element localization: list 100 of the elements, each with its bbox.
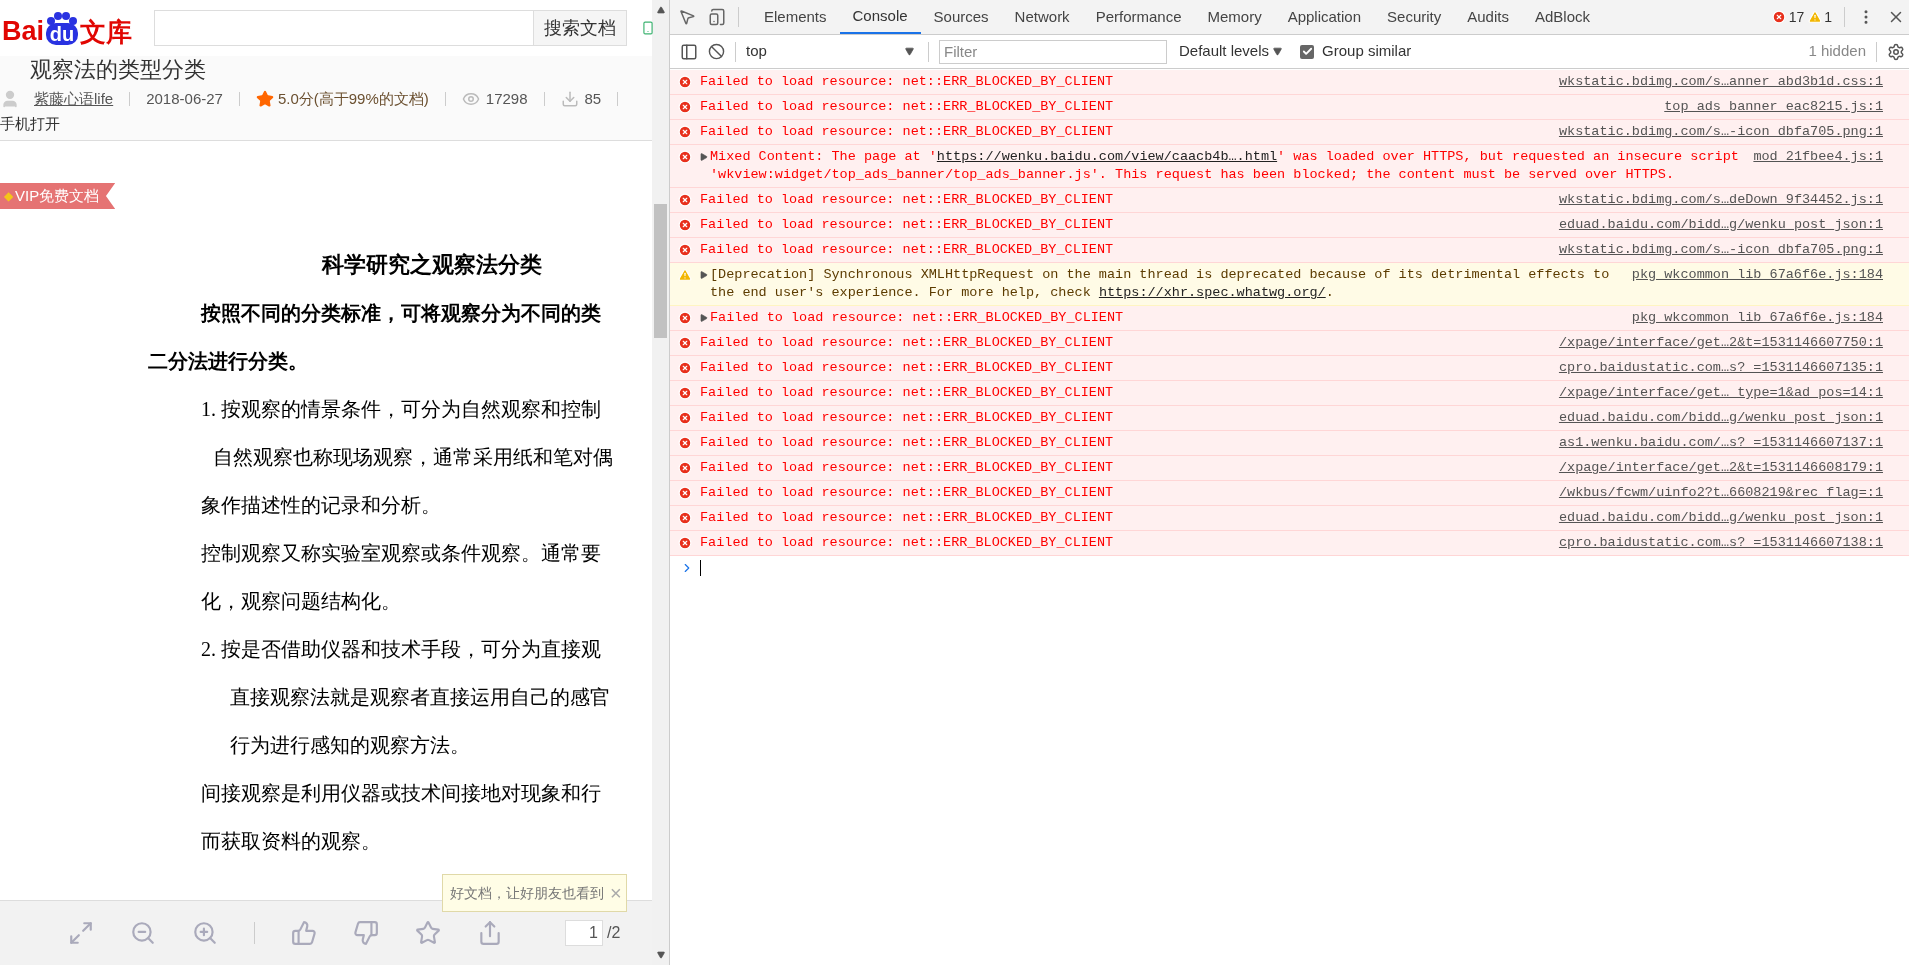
source-link[interactable]: wkstatic.bdimg.com/s…-icon_dbfa705.png:1 <box>1558 123 1883 141</box>
scrollbar[interactable] <box>652 0 669 965</box>
thumbs-down-icon[interactable] <box>353 920 379 946</box>
source-link[interactable]: pkg_wkcommon_lib_67a6f6e.js:184 <box>1631 266 1883 284</box>
error-icon <box>678 461 692 475</box>
error-icon <box>678 218 692 232</box>
logo[interactable]: Bai du 文库 <box>2 11 133 45</box>
devtools-tab[interactable]: Security <box>1374 0 1455 34</box>
document-line: 二分法进行分类。 <box>147 349 309 374</box>
source-link[interactable]: eduad.baidu.com/bidd…g/wenku_post_json:1 <box>1558 409 1883 427</box>
star-icon[interactable] <box>415 920 441 946</box>
source-link[interactable]: eduad.baidu.com/bidd…g/wenku_post_json:1 <box>1558 509 1883 527</box>
author-link[interactable]: 紫藤心语life <box>34 87 114 111</box>
devtools-tab[interactable]: Performance <box>1082 0 1195 34</box>
warning-icon <box>678 268 692 282</box>
devtools-tab[interactable]: Memory <box>1194 0 1275 34</box>
source-link[interactable]: wkstatic.bdimg.com/s…anner_abd3b1d.css:1 <box>1558 73 1883 91</box>
error-icon <box>678 336 692 350</box>
group-similar-checkbox[interactable] <box>1300 44 1315 59</box>
error-icon <box>678 536 692 550</box>
caret-icon <box>905 47 914 56</box>
document-line: 1. 按观察的情景条件，可分为自然观察和控制 <box>200 397 602 422</box>
search-field[interactable] <box>154 10 535 46</box>
source-link[interactable]: cpro.baidustatic.com…s?_=1531146607135:1 <box>1558 359 1883 377</box>
error-icon <box>678 511 692 525</box>
expand-icon[interactable] <box>700 271 708 279</box>
message-text: Failed to load resource: net::ERR_BLOCKED_BY_CLIENT <box>700 241 1114 259</box>
scrollbar-thumb[interactable] <box>654 204 667 338</box>
avatar-icon <box>0 89 20 109</box>
device-icon[interactable] <box>708 8 726 26</box>
error-icon <box>678 436 692 450</box>
clear-icon[interactable] <box>708 43 725 60</box>
sidebar-icon[interactable] <box>680 42 698 61</box>
message-text: Failed to load resource: net::ERR_BLOCKED_BY_CLIENT <box>700 409 1114 427</box>
mobile-open-link[interactable]: 手机打开 <box>0 114 60 134</box>
source-link[interactable]: as1.wenku.baidu.com/…s?_=1531146607137:1 <box>1558 434 1883 452</box>
source-link[interactable]: /xpage/interface/get…2&t=1531146607750:1 <box>1558 334 1883 352</box>
inspect-icon[interactable] <box>678 8 696 26</box>
devtools-tab[interactable]: Sources <box>920 0 1002 34</box>
levels-dropdown[interactable]: Default levels <box>1179 40 1283 63</box>
filter-field[interactable]: Filter <box>939 39 1167 64</box>
document-line: 自然观察也称现场观察，通常采用纸和笔对偶 <box>212 445 614 470</box>
message-link[interactable]: https://xhr.spec.whatwg.org/ <box>1098 285 1326 300</box>
message-text: Failed to load resource: net::ERR_BLOCKED_BY_CLIENT <box>700 459 1114 477</box>
message-text: Failed to load resource: net::ERR_BLOCKED_BY_CLIENT <box>700 509 1114 527</box>
document-line: 直接观察法就是观察者直接运用自己的感官 <box>229 685 611 710</box>
message-text: Mixed Content: The page at 'https://wenku.baidu.com/view/caacb4b….html' was loaded over HTTPS, but requested an insecure script 'wkview:widget/top_ads_banner/top_ads_banner.js'. This request has been blocked; the content must be served over HTTPS. <box>710 148 1740 184</box>
message-text: Failed to load resource: net::ERR_BLOCKED_BY_CLIENT <box>700 434 1114 452</box>
message-text: Failed to load resource: net::ERR_BLOCKED_BY_CLIENT <box>700 73 1114 91</box>
devtools-tab[interactable]: Audits <box>1454 0 1522 34</box>
expand-icon[interactable] <box>700 314 708 322</box>
page-input[interactable]: 1 <box>565 920 603 946</box>
source-link[interactable]: pkg_wkcommon_lib_67a6f6e.js:184 <box>1631 309 1883 327</box>
devtools-tab[interactable]: Network <box>1001 0 1083 34</box>
devtools-tab[interactable]: Console <box>839 0 921 34</box>
source-link[interactable]: wkstatic.bdimg.com/s…deDown_9f34452.js:1 <box>1558 191 1883 209</box>
devtools-tab[interactable]: AdBlock <box>1521 0 1603 34</box>
source-link[interactable]: wkstatic.bdimg.com/s…-icon_dbfa705.png:1 <box>1558 241 1883 259</box>
source-link[interactable]: mod_21fbee4.js:1 <box>1753 148 1883 166</box>
expand-icon[interactable] <box>700 153 708 161</box>
error-count: 17 <box>1788 7 1805 27</box>
message-text: Failed to load resource: net::ERR_BLOCKED_BY_CLIENT <box>700 123 1114 141</box>
settings-icon[interactable] <box>1887 42 1905 61</box>
source-link[interactable]: /wkbus/fcwm/uinfo2?t…6608219&rec_flag=:1 <box>1558 484 1883 502</box>
devtools-tab[interactable]: Elements <box>751 0 840 34</box>
error-icon <box>678 193 692 207</box>
error-icon <box>678 100 692 114</box>
warning-icon <box>1808 10 1823 24</box>
message-text: Failed to load resource: net::ERR_BLOCKED_BY_CLIENT <box>700 534 1114 552</box>
document-line: 控制观察又称实验室观察或条件观察。通常要 <box>200 541 602 566</box>
search-button[interactable]: 搜索文档 <box>534 10 628 46</box>
hidden-count: 1 hidden <box>1808 41 1866 62</box>
eye-icon <box>461 90 480 108</box>
scroll-up-icon[interactable] <box>656 6 665 14</box>
warning-count: 1 <box>1824 7 1832 27</box>
download-icon <box>560 90 579 108</box>
message-text: Failed to load resource: net::ERR_BLOCKED_BY_CLIENT <box>700 334 1114 352</box>
page-total: /2 <box>607 923 621 943</box>
group-similar-label: Group similar <box>1322 41 1412 62</box>
error-icon <box>678 386 692 400</box>
check-icon <box>1301 46 1313 57</box>
source-link[interactable]: /xpage/interface/get…2&t=1531146608179:1 <box>1558 459 1883 477</box>
scroll-down-icon[interactable] <box>656 951 665 959</box>
view-count: 17298 <box>485 88 528 109</box>
context-select[interactable]: top <box>746 40 918 63</box>
publish-date: 2018-06-27 <box>146 88 223 109</box>
source-link[interactable]: cpro.baidustatic.com…s?_=1531146607138:1 <box>1558 534 1883 552</box>
error-icon <box>1771 10 1786 24</box>
devtools-tab[interactable]: Application <box>1274 0 1375 34</box>
source-link[interactable]: top_ads_banner_eac8215.js:1 <box>1664 98 1883 116</box>
document-line: 行为进行感知的观察方法。 <box>229 733 471 758</box>
message-text: Failed to load resource: net::ERR_BLOCKED_BY_CLIENT <box>700 191 1114 209</box>
thumbs-up-icon[interactable] <box>291 920 317 946</box>
message-text: [Deprecation] Synchronous XMLHttpRequest on the main thread is deprecated because of its detrimental effects to the end user's experience. For more help, check https://xhr.spec.whatwg.org/. <box>710 266 1611 302</box>
document-line: 象作描述性的记录和分析。 <box>200 493 442 518</box>
source-link[interactable]: /xpage/interface/get…_type=1&ad_pos=14:1 <box>1558 384 1883 402</box>
source-link[interactable]: eduad.baidu.com/bidd…g/wenku_post_json:1 <box>1558 216 1883 234</box>
document-heading: 观察法的类型分类 <box>29 56 207 84</box>
message-link[interactable]: https://wenku.baidu.com/view/caacb4b….html <box>936 149 1278 164</box>
diamond-icon: ◆ <box>4 187 13 205</box>
